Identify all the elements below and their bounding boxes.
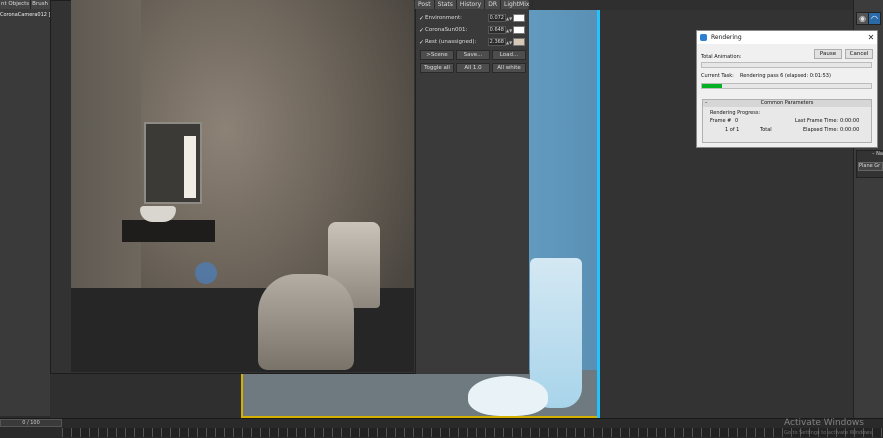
spinner-icon[interactable]: ▲▼ — [506, 16, 512, 21]
load-button[interactable]: Load... — [492, 50, 526, 60]
total-label: Total — [760, 127, 772, 133]
render-window-light — [184, 136, 196, 198]
object-name-field[interactable]: Plane Gr — [858, 162, 883, 171]
rollout-title[interactable]: – Na — [858, 151, 883, 157]
progress-fill — [702, 84, 723, 88]
to-scene-button[interactable]: >Scene — [420, 50, 454, 60]
close-icon[interactable]: ✕ — [866, 31, 876, 44]
all-one-button[interactable]: All 1.0 — [456, 63, 490, 73]
frame-count: 1 of 1 — [725, 127, 740, 133]
cancel-button[interactable]: Cancel — [845, 49, 873, 59]
scene-explorer-tabs: nt Objects Brush — [0, 0, 50, 9]
toggle-all-button[interactable]: Toggle all — [420, 63, 454, 73]
last-frame-time-value: 0:00:00 — [840, 118, 860, 124]
total-animation-label: Total Animation: — [701, 54, 742, 60]
mouse-cursor-highlight — [195, 262, 217, 284]
vfb-tabs: Post Stats History DR LightMix — [415, 0, 534, 9]
lightmix-value-input[interactable]: 0.648 — [488, 26, 506, 34]
lightmix-label: Environment: — [425, 15, 462, 21]
tab-history[interactable]: History — [457, 0, 486, 9]
tab-objects[interactable]: nt Objects — [0, 0, 30, 9]
lightmix-color-swatch[interactable] — [513, 14, 525, 22]
lightmix-value-input[interactable]: 2.368 — [488, 38, 506, 46]
current-task-label: Current Task: — [701, 73, 734, 79]
lightmix-label: CoronaSun001: — [425, 27, 468, 33]
time-slider[interactable]: 0 / 100 — [0, 419, 62, 427]
lightmix-label: Rest (unassigned): — [425, 39, 477, 45]
scene-explorer-item[interactable]: CoronaCamera012 ] — [0, 12, 50, 20]
app-icon — [700, 34, 707, 41]
current-task-progress — [701, 83, 872, 89]
render-vanity — [122, 220, 215, 242]
lightmix-row: ✓ CoronaSun001: 0.648 ▲▼ — [419, 25, 525, 35]
spinner-icon[interactable]: ▲▼ — [506, 28, 512, 33]
lightmix-color-swatch[interactable] — [513, 38, 525, 46]
rendering-progress-label: Rendering Progress: — [710, 110, 761, 116]
tab-brush[interactable]: Brush — [30, 0, 49, 9]
tab-post[interactable]: Post — [415, 0, 435, 9]
collapse-icon[interactable]: – — [705, 100, 708, 107]
render-basin — [140, 206, 176, 222]
save-button[interactable]: Save... — [456, 50, 490, 60]
dialog-title: Rendering — [711, 34, 742, 41]
tab-dr[interactable]: DR — [485, 0, 502, 9]
frame-label: Frame # — [710, 118, 732, 124]
tab-stats[interactable]: Stats — [435, 0, 457, 9]
windows-activation-watermark: Activate Windows — [784, 418, 864, 428]
elapsed-time-value: 0:00:00 — [840, 127, 860, 133]
spinner-icon[interactable]: ▲▼ — [506, 40, 512, 45]
scene-explorer-panel — [0, 0, 51, 416]
windows-activation-subtitle: Go to Settings to activate Windows. — [784, 430, 874, 436]
total-animation-progress — [701, 62, 872, 68]
render-wall — [71, 0, 141, 288]
render-toilet-bowl — [258, 274, 354, 370]
tab-lightmix[interactable]: LightMix — [501, 0, 534, 9]
rollout-header[interactable]: Common Parameters — [703, 100, 871, 107]
all-white-button[interactable]: All white — [492, 63, 526, 73]
elapsed-time-label: Elapsed Time: — [803, 127, 839, 133]
pause-button[interactable]: Pause — [814, 49, 842, 59]
last-frame-time-label: Last Frame Time: — [795, 118, 839, 124]
current-task-value: Rendering pass 6 (elapsed: 0:01:53) — [740, 73, 831, 79]
lightmix-color-swatch[interactable] — [513, 26, 525, 34]
lightmix-row: ✓ Environment: 0.072 ▲▼ — [419, 13, 525, 23]
viewport-toilet-bowl — [468, 376, 548, 416]
frame-value: 0 — [735, 118, 739, 124]
lightmix-row: ✓ Rest (unassigned): 2.368 ▲▼ — [419, 37, 525, 47]
timeline-ruler[interactable] — [62, 428, 883, 437]
lightmix-value-input[interactable]: 0.072 — [488, 14, 506, 22]
shape-icon[interactable]: ◠ — [868, 12, 881, 25]
active-viewport-border-left — [241, 370, 243, 418]
